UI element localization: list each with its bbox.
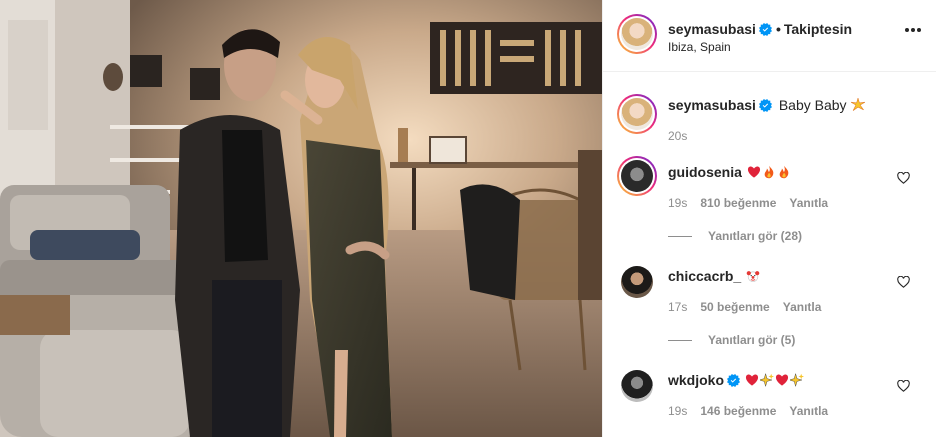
- more-options-icon[interactable]: [905, 28, 921, 32]
- comment-likes[interactable]: 146 beğenme: [700, 404, 776, 418]
- star-burst-emoji-icon: [851, 98, 866, 111]
- caption-time[interactable]: 20s: [668, 129, 687, 143]
- comment-text: guidosenia: [668, 164, 791, 180]
- caption-body: Baby Baby: [778, 97, 847, 113]
- header-separator: •: [775, 21, 781, 37]
- comment-text: wkdjoko: [668, 372, 804, 388]
- comment-likes[interactable]: 810 beğenme: [700, 196, 776, 210]
- comment-time[interactable]: 19s: [668, 196, 687, 210]
- verified-badge-icon: [758, 99, 772, 112]
- like-comment-heart-icon[interactable]: [897, 172, 910, 184]
- view-replies-button[interactable]: Yanıtları gör (28): [668, 229, 802, 243]
- caption-username[interactable]: seymasubasi: [668, 97, 756, 113]
- verified-badge-icon: [727, 374, 741, 387]
- author-avatar[interactable]: [617, 14, 657, 54]
- red-heart-emoji-icon: [747, 166, 760, 178]
- replies-divider: [668, 339, 692, 341]
- commenter-username[interactable]: wkdjoko: [668, 372, 724, 388]
- replies-divider: [668, 235, 692, 237]
- view-replies-label: Yanıtları gör (5): [708, 333, 796, 347]
- verified-badge-icon: [758, 23, 772, 36]
- fire-emoji-icon: [779, 165, 789, 179]
- comment-item: chiccacrb_ 17s 50 beğenme Yanıtla Yanıtlar…: [603, 256, 936, 356]
- reply-button[interactable]: Yanıtla: [789, 404, 828, 418]
- commenter-username[interactable]: chiccacrb_: [668, 268, 741, 284]
- caption-text: seymasubasi Baby Baby: [668, 97, 866, 113]
- fire-emoji-icon: [764, 165, 774, 179]
- view-replies-label: Yanıtları gör (28): [708, 229, 803, 243]
- clown-face-emoji-icon: [746, 271, 760, 282]
- reply-button[interactable]: Yanıtla: [783, 300, 822, 314]
- comment-time[interactable]: 17s: [668, 300, 687, 314]
- comment-likes[interactable]: 50 beğenme: [700, 300, 769, 314]
- sparkle-star-emoji-icon: [789, 373, 804, 387]
- author-username[interactable]: seymasubasi: [668, 21, 756, 37]
- comment-time[interactable]: 19s: [668, 404, 687, 418]
- caption-author-avatar[interactable]: [617, 94, 657, 134]
- header-line: seymasubasi • Takiptesin: [668, 21, 852, 37]
- commenter-avatar[interactable]: [617, 156, 657, 196]
- view-replies-button[interactable]: Yanıtları gör (5): [668, 333, 795, 347]
- commenter-avatar[interactable]: [621, 266, 653, 298]
- couple-photo-image: [0, 0, 602, 437]
- post-photo[interactable]: [0, 0, 602, 437]
- sparkle-star-emoji-icon: [759, 373, 774, 387]
- post-caption: seymasubasi Baby Baby 20s: [603, 88, 936, 152]
- post-location-link[interactable]: Ibiza, Spain: [668, 40, 731, 54]
- comment-text: chiccacrb_: [668, 268, 760, 284]
- comment-item: wkdjoko 19s 146 beğenme Yanıtla: [603, 360, 936, 430]
- like-comment-heart-icon[interactable]: [897, 276, 910, 288]
- comment-meta: 19s 146 beğenme Yanıtla: [668, 404, 841, 418]
- red-heart-emoji-icon: [745, 374, 758, 386]
- red-heart-emoji-icon: [775, 374, 788, 386]
- comment-item: guidosenia 19s 810 beğenme Yanıtla Yanıtla…: [603, 152, 936, 252]
- comment-meta: 19s 810 beğenme Yanıtla: [668, 196, 841, 210]
- post-header: seymasubasi • Takiptesin Ibiza, Spain: [603, 0, 936, 72]
- comment-meta: 17s 50 beğenme Yanıtla: [668, 300, 834, 314]
- instagram-post-view: seymasubasi • Takiptesin Ibiza, Spain seym…: [0, 0, 936, 437]
- follow-status-button[interactable]: Takiptesin: [784, 21, 852, 37]
- commenter-avatar[interactable]: [621, 370, 653, 402]
- commenter-username[interactable]: guidosenia: [668, 164, 742, 180]
- post-detail-panel: seymasubasi • Takiptesin Ibiza, Spain seym…: [602, 0, 936, 437]
- caption-meta: 20s: [668, 129, 700, 143]
- like-comment-heart-icon[interactable]: [897, 380, 910, 392]
- reply-button[interactable]: Yanıtla: [789, 196, 828, 210]
